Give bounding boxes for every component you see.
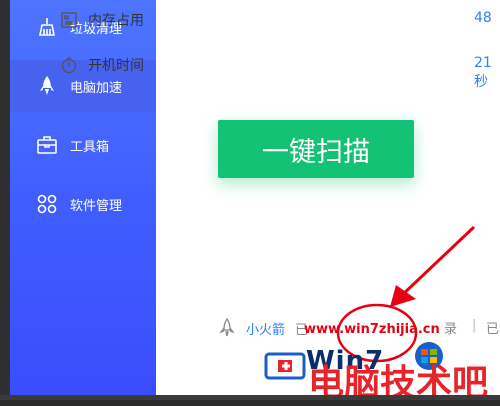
boot-time-label: 开机时间	[88, 58, 144, 74]
rocket-icon	[218, 318, 236, 338]
status-separator: |	[472, 318, 477, 333]
sidebar-item-label: 软件管理	[70, 198, 123, 214]
watermark-url: www.win7zhijia.cn	[304, 322, 440, 337]
memory-icon	[60, 11, 78, 29]
memory-usage-value: 48	[474, 10, 492, 26]
watermark-monitor-icon	[264, 352, 306, 380]
sidebar-item-label: 电脑加速	[70, 80, 123, 96]
stopwatch-icon	[60, 56, 78, 74]
status-text-b: 录	[444, 322, 458, 337]
toolbox-icon	[36, 134, 58, 156]
rocket-link[interactable]: 小火箭	[246, 319, 285, 338]
apps-icon	[36, 193, 58, 215]
broom-icon	[36, 16, 58, 38]
boot-time-value: 21 秒	[474, 55, 492, 90]
memory-usage-label: 内存占用	[88, 13, 144, 29]
status-text-c: 已	[486, 322, 500, 337]
sidebar-item-label: 工具箱	[70, 139, 110, 155]
window-left-edge	[0, 0, 10, 400]
sidebar-item-software-manage[interactable]: 软件管理	[10, 178, 156, 230]
rocket-icon	[36, 75, 58, 97]
memory-usage-row: 内存占用	[60, 10, 144, 30]
one-click-scan-button[interactable]: 一键扫描	[218, 120, 414, 178]
sidebar-item-toolbox[interactable]: 工具箱	[10, 119, 156, 171]
boot-time-row: 开机时间	[60, 55, 144, 75]
window-bottom-edge	[0, 395, 500, 400]
status-row: 小火箭 已	[218, 318, 308, 338]
